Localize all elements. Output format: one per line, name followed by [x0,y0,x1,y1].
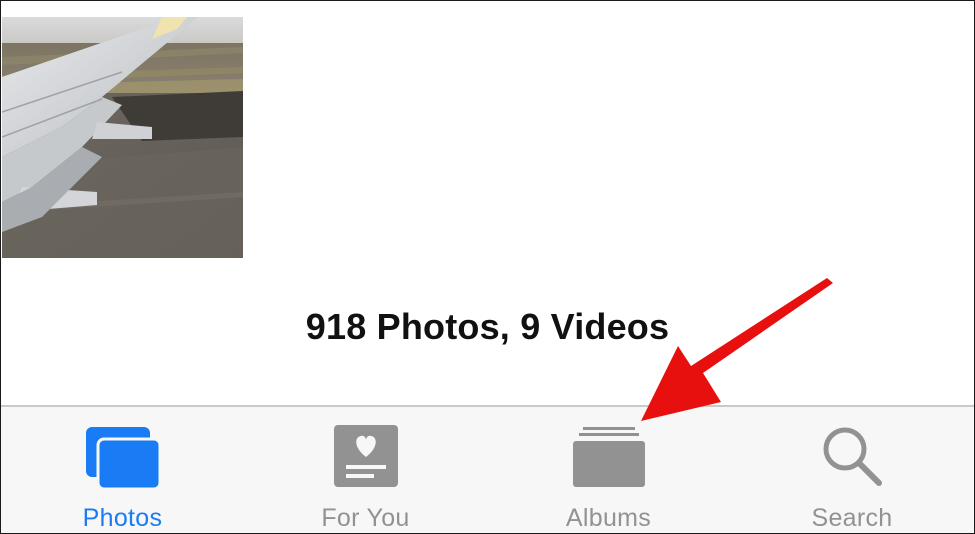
library-count-label: 918 Photos, 9 Videos [305,306,670,347]
airplane-wing-photo [2,17,243,258]
photos-stack-icon [84,425,162,491]
tab-albums-label: Albums [565,504,652,532]
tab-for-you-label: For You [321,504,410,532]
tab-photos[interactable]: Photos [1,407,244,533]
tab-search-label: Search [811,504,893,532]
photo-thumbnail[interactable] [2,17,243,258]
photo-library-view: 918 Photos, 9 Videos [1,1,974,405]
screenshot-frame: 918 Photos, 9 Videos Photos For You Albu… [0,0,975,534]
magnifier-search-icon [821,425,883,487]
tab-for-you[interactable]: For You [244,407,487,533]
for-you-heart-card-icon [333,425,398,487]
tab-albums[interactable]: Albums [487,407,730,533]
tab-bar: Photos For You Albums Search [1,405,974,533]
albums-stack-icon [572,425,645,487]
tab-search[interactable]: Search [730,407,974,533]
tab-photos-label: Photos [82,504,163,532]
